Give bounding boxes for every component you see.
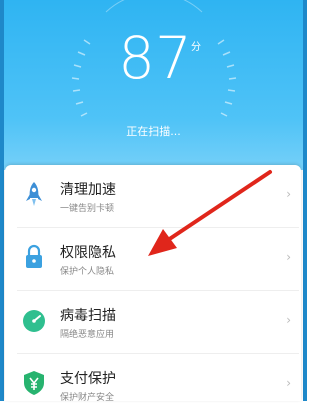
item-subtitle: 隔绝恶意应用 bbox=[60, 330, 115, 340]
rocket-icon bbox=[26, 182, 42, 206]
gauge-icon bbox=[23, 310, 45, 332]
lock-icon bbox=[26, 244, 42, 268]
item-title: 权限隐私 bbox=[60, 245, 116, 261]
frame-right-edge bbox=[303, 0, 307, 401]
item-title: 病毒扫描 bbox=[60, 308, 116, 324]
scan-status-text: 正在扫描... bbox=[126, 125, 181, 138]
list-item-permissions[interactable]: 权限隐私 保护个人隐私 › bbox=[5, 228, 301, 290]
chevron-right-icon: › bbox=[286, 187, 291, 201]
frame-left-edge bbox=[0, 0, 4, 401]
score-value: 87 bbox=[118, 24, 192, 92]
list-item-cleanup[interactable]: 清理加速 一键告别卡顿 › bbox=[5, 165, 301, 227]
list-item-virus-scan[interactable]: 病毒扫描 隔绝恶意应用 › bbox=[5, 291, 301, 353]
item-title: 支付保护 bbox=[60, 371, 116, 387]
item-subtitle: 一键告别卡顿 bbox=[60, 204, 115, 214]
chevron-right-icon: › bbox=[286, 376, 291, 390]
feature-list-card: 清理加速 一键告别卡顿 › 权限隐私 保护个人隐私 › 病毒扫描 隔绝恶意应用 … bbox=[5, 165, 301, 403]
chevron-right-icon: › bbox=[286, 250, 291, 264]
list-item-payment-protection[interactable]: 支付保护 保护财产安全 › bbox=[5, 354, 301, 416]
score-unit: 分 bbox=[191, 42, 201, 53]
item-subtitle: 保护财产安全 bbox=[60, 393, 115, 403]
shield-yuan-icon bbox=[24, 371, 44, 395]
item-title: 清理加速 bbox=[60, 182, 116, 198]
chevron-right-icon: › bbox=[286, 313, 291, 327]
item-subtitle: 保护个人隐私 bbox=[60, 267, 115, 277]
